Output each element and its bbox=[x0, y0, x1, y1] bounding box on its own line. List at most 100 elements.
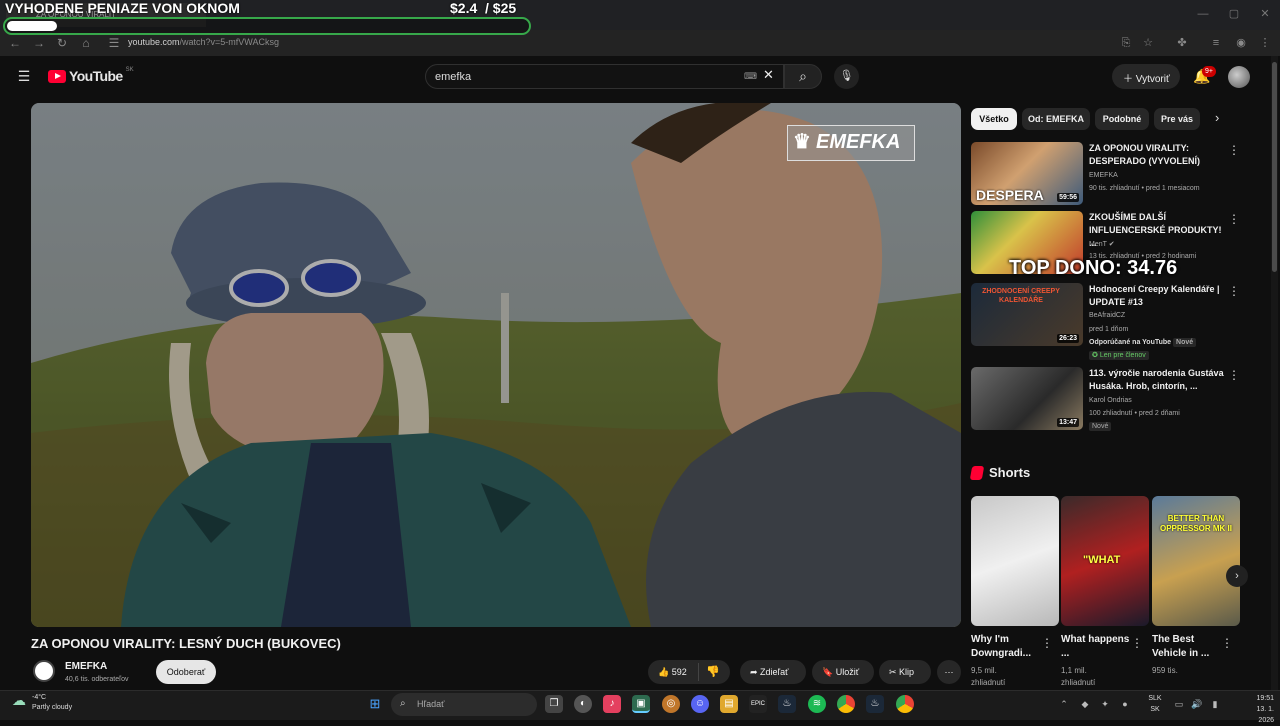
search-button[interactable]: ⌕ bbox=[784, 64, 822, 89]
back-icon[interactable]: ← bbox=[5, 33, 25, 53]
rec-channel-4[interactable]: Karol Ondrias bbox=[1089, 397, 1132, 404]
short-thumb-text-2: "WHAT bbox=[1083, 554, 1121, 566]
channel-avatar[interactable] bbox=[33, 660, 55, 682]
rec-menu-icon-2[interactable]: ⋮ bbox=[1228, 212, 1240, 226]
short-title-1[interactable]: Why I'm Downgradi... bbox=[971, 633, 1041, 661]
rec-menu-icon-1[interactable]: ⋮ bbox=[1228, 143, 1240, 157]
chrome-icon[interactable] bbox=[837, 695, 855, 713]
chip-for-you[interactable]: Pre vás bbox=[1154, 108, 1200, 130]
chips-next-icon[interactable]: › bbox=[1215, 110, 1219, 125]
search-icon: ⌕ bbox=[799, 68, 807, 84]
reload-icon[interactable]: ↻ bbox=[52, 33, 72, 53]
short-title-3[interactable]: The Best Vehicle in ... bbox=[1152, 633, 1222, 661]
weather-widget[interactable]: -4°C Partly cloudy bbox=[12, 693, 72, 713]
video-title: ZA OPONOU VIRALITY: LESNÝ DUCH (BUKOVEC) bbox=[31, 636, 341, 651]
tiktok-icon[interactable]: ♪ bbox=[603, 695, 621, 713]
short-thumb-text-3: BETTER THAN OPPRESSOR MK II bbox=[1159, 514, 1232, 533]
short-views-2: 1,1 mil. zhliadnutí bbox=[1061, 666, 1096, 687]
rec-title-4[interactable]: 113. výročie narodenia Gustáva Husáka. H… bbox=[1089, 367, 1229, 393]
rec-thumbnail-3[interactable]: ZHODNOCENÍ CREEPY KALENDÁŘE 26:23 bbox=[971, 283, 1083, 346]
app-icon-2[interactable]: ◎ bbox=[662, 695, 680, 713]
active-app-icon[interactable]: ▣ bbox=[632, 695, 650, 713]
app-icon-1[interactable]: ◐ bbox=[574, 695, 592, 713]
chip-related[interactable]: Podobné bbox=[1095, 108, 1149, 130]
close-window-icon[interactable]: ✕ bbox=[1244, 0, 1280, 28]
profile-icon[interactable]: ◉ bbox=[1231, 33, 1251, 53]
search-input[interactable]: emefka bbox=[425, 64, 784, 89]
network-icon[interactable]: ▭ bbox=[1172, 696, 1186, 712]
discord-icon[interactable]: ☺ bbox=[691, 695, 709, 713]
taskbar-search[interactable]: ⌕ Hľadať bbox=[391, 693, 537, 716]
taskbar-clock[interactable]: 19:51 13. 1. 2026 bbox=[1240, 693, 1274, 726]
tray-app-icon-2[interactable]: ✦ bbox=[1098, 696, 1112, 712]
steam-icon-2[interactable]: ♨ bbox=[866, 695, 884, 713]
members-only-badge: ✪ Len pre členov bbox=[1089, 351, 1149, 360]
thumbs-down-icon: 👎 bbox=[706, 666, 720, 678]
menu-icon[interactable]: ⋮ bbox=[1255, 33, 1275, 53]
short-thumbnail-1[interactable] bbox=[971, 496, 1059, 626]
rec-thumb-text-3: ZHODNOCENÍ CREEPY KALENDÁŘE bbox=[982, 288, 1060, 304]
subscribe-button[interactable]: Odoberať bbox=[156, 660, 216, 684]
chip-from-channel[interactable]: Od: EMEFKA bbox=[1022, 108, 1090, 130]
rec-title-3[interactable]: Hodnocení Creepy Kalendáře | UPDATE #13 bbox=[1089, 283, 1229, 309]
file-explorer-icon[interactable]: ▤ bbox=[720, 695, 738, 713]
volume-icon[interactable]: 🔊 bbox=[1190, 696, 1204, 712]
clear-search-icon[interactable]: ✕ bbox=[763, 67, 774, 83]
weather-condition: Partly cloudy bbox=[32, 704, 73, 711]
cast-icon[interactable]: ⎘ bbox=[1116, 33, 1136, 53]
rec-title-1[interactable]: ZA OPONOU VIRALITY: DESPERADO (VYVOLENÍ) bbox=[1089, 142, 1229, 168]
extensions-icon[interactable]: ✤ bbox=[1172, 33, 1192, 53]
tray-overflow-icon[interactable]: ⌃ bbox=[1057, 696, 1071, 712]
short-menu-icon-2[interactable]: ⋮ bbox=[1131, 636, 1143, 650]
site-info-icon[interactable]: ☰ bbox=[104, 33, 124, 53]
shorts-next-icon[interactable]: › bbox=[1226, 565, 1248, 587]
more-actions-icon[interactable]: ⋯ bbox=[937, 660, 961, 684]
windows-start-icon[interactable]: ⊞ bbox=[366, 695, 384, 713]
voice-search-icon[interactable]: 🎙 bbox=[834, 64, 859, 89]
rec-channel-2[interactable]: MenT ✔ bbox=[1089, 240, 1115, 248]
dislike-button[interactable]: 👎 bbox=[706, 660, 726, 684]
home-icon[interactable]: ⌂ bbox=[76, 33, 96, 53]
short-menu-icon-3[interactable]: ⋮ bbox=[1221, 636, 1233, 650]
tray-app-icon-3[interactable]: ● bbox=[1118, 696, 1132, 712]
share-button[interactable]: ➦ Zdieľať bbox=[740, 660, 806, 684]
spotify-icon[interactable]: ≋ bbox=[808, 695, 826, 713]
forward-icon[interactable]: → bbox=[29, 33, 49, 53]
short-title-2[interactable]: What happens ... bbox=[1061, 633, 1131, 661]
reading-list-icon[interactable]: ≡ bbox=[1206, 33, 1226, 53]
bookmark-icon: 🔖 bbox=[822, 667, 836, 677]
rec-menu-icon-3[interactable]: ⋮ bbox=[1228, 284, 1240, 298]
steam-icon[interactable]: ♨ bbox=[778, 695, 796, 713]
rec-menu-icon-4[interactable]: ⋮ bbox=[1228, 368, 1240, 382]
create-button[interactable]: ＋ Vytvoriť bbox=[1112, 64, 1180, 89]
account-avatar[interactable] bbox=[1228, 66, 1250, 88]
short-thumbnail-3[interactable]: BETTER THAN OPPRESSOR MK II bbox=[1152, 496, 1240, 626]
scrollbar-thumb[interactable] bbox=[1272, 62, 1277, 272]
keyboard-icon[interactable]: ⌨ bbox=[744, 71, 757, 82]
channel-name[interactable]: EMEFKA bbox=[65, 661, 107, 672]
clip-button[interactable]: ✂ Klip bbox=[879, 660, 931, 684]
donation-goal-title: VYHODENE PENIAZE VON OKNOM bbox=[5, 0, 240, 16]
top-donation-overlay: TOP DONO: 34.76 bbox=[1009, 257, 1178, 279]
rec-thumbnail-4[interactable]: 13:47 bbox=[971, 367, 1083, 430]
chip-all[interactable]: Všetko bbox=[971, 108, 1017, 130]
chrome-icon-2[interactable] bbox=[896, 695, 914, 713]
url-field[interactable]: youtube.com/watch?v=5-mfVWACksg bbox=[128, 37, 279, 47]
taskbar-search-icon: ⌕ bbox=[400, 698, 406, 709]
epic-games-icon[interactable]: EPIC bbox=[749, 695, 767, 713]
short-menu-icon-1[interactable]: ⋮ bbox=[1041, 636, 1053, 650]
rec-channel-3[interactable]: BeAfraidCZ bbox=[1089, 312, 1125, 319]
tray-app-icon-1[interactable]: ◆ bbox=[1078, 696, 1092, 712]
rec-channel-1[interactable]: EMEFKA bbox=[1089, 172, 1118, 179]
battery-icon[interactable]: ▮ bbox=[1208, 696, 1222, 712]
rec-duration-4: 13:47 bbox=[1057, 418, 1079, 427]
save-button[interactable]: 🔖 Uložiť bbox=[812, 660, 874, 684]
short-thumbnail-2[interactable]: "WHAT bbox=[1061, 496, 1149, 626]
input-language[interactable]: SLK SK bbox=[1148, 693, 1162, 715]
rec-thumbnail-1[interactable]: DESPERA 59:56 bbox=[971, 142, 1083, 205]
task-view-icon[interactable]: ❐ bbox=[545, 695, 563, 713]
video-player[interactable] bbox=[31, 103, 961, 627]
youtube-logo[interactable]: YouTube SK bbox=[48, 66, 134, 86]
bookmark-star-icon[interactable]: ☆ bbox=[1138, 33, 1158, 53]
hamburger-icon[interactable]: ☰ bbox=[15, 68, 33, 84]
